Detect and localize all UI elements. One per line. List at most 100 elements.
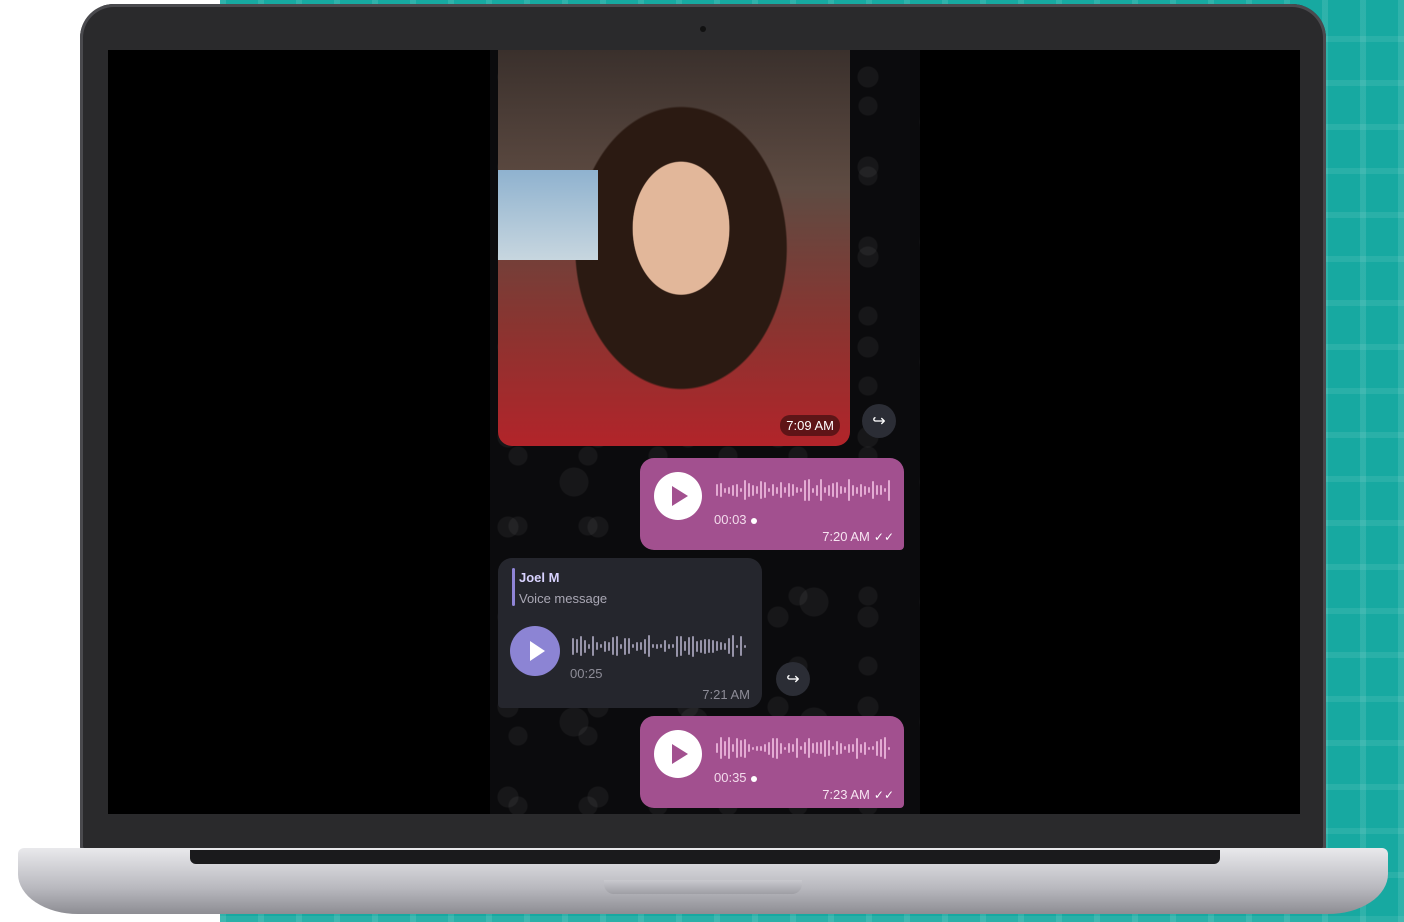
waveform-bar — [804, 479, 806, 501]
waveform-bar — [656, 643, 658, 649]
waveform-bar — [604, 640, 606, 652]
waveform-bar — [880, 739, 882, 757]
waveform-bar — [752, 484, 754, 496]
keyboard-hinge — [190, 850, 1220, 864]
waveform-bar — [872, 481, 874, 499]
waveform-bar — [628, 638, 630, 654]
laptop-screen: 7:09 AM ↪ 00:03 7:20 AM ✓✓ Joel M Voice m… — [108, 50, 1300, 814]
waveform-bar — [764, 744, 766, 752]
waveform-bar — [776, 486, 778, 494]
waveform-bar — [864, 741, 866, 755]
waveform-bar — [696, 640, 698, 652]
waveform[interactable] — [716, 736, 890, 760]
forward-icon: ↪ — [786, 671, 800, 688]
voice-message-out-1: 00:03 7:20 AM ✓✓ — [640, 458, 904, 550]
voice-duration: 00:25 — [570, 666, 603, 681]
play-button[interactable] — [654, 472, 702, 520]
waveform-bar — [884, 488, 886, 492]
waveform-bar — [848, 479, 850, 501]
waveform-bar — [784, 487, 786, 493]
waveform-bar — [852, 744, 854, 752]
waveform-bar — [864, 485, 866, 495]
opening-notch — [604, 880, 802, 894]
waveform-bar — [832, 746, 834, 750]
waveform-bar — [848, 743, 850, 753]
waveform-bar — [756, 745, 758, 751]
waveform-bar — [720, 642, 722, 650]
waveform-bar — [792, 744, 794, 752]
waveform-bar — [868, 487, 870, 493]
play-button[interactable] — [654, 730, 702, 778]
waveform-bar — [752, 746, 754, 750]
waveform-bar — [740, 636, 742, 656]
forward-icon: ↪ — [872, 413, 886, 430]
waveform-bar — [852, 484, 854, 496]
voice-duration: 00:35 — [714, 770, 757, 785]
waveform-bar — [788, 483, 790, 497]
waveform-bar — [576, 639, 578, 653]
voice-duration: 00:03 — [714, 512, 757, 527]
waveform-bar — [748, 744, 750, 752]
waveform-bar — [608, 641, 610, 651]
waveform-bar — [732, 484, 734, 496]
waveform-bar — [600, 644, 602, 648]
waveform[interactable] — [716, 478, 890, 502]
waveform-bar — [592, 636, 594, 656]
waveform-bar — [884, 737, 886, 759]
waveform-bar — [740, 488, 742, 492]
reply-sender-name[interactable]: Joel M — [519, 570, 559, 585]
waveform-bar — [684, 641, 686, 651]
waveform-bar — [840, 486, 842, 494]
waveform-bar — [612, 637, 614, 655]
waveform-bar — [632, 644, 634, 648]
waveform-bar — [856, 737, 858, 759]
waveform-bar — [836, 741, 838, 755]
waveform-bar — [704, 638, 706, 654]
double-check-icon: ✓✓ — [873, 788, 894, 802]
photo-message[interactable]: 7:09 AM — [498, 50, 850, 446]
time-text: 7:23 AM — [822, 787, 870, 802]
waveform-bar — [768, 741, 770, 755]
photo-timestamp: 7:09 AM — [780, 415, 840, 436]
waveform-bar — [596, 642, 598, 650]
waveform-bar — [880, 485, 882, 495]
waveform-bar — [872, 746, 874, 750]
unplayed-dot — [750, 517, 757, 524]
waveform-bar — [724, 740, 726, 756]
forward-button-voice[interactable]: ↪ — [776, 662, 810, 696]
waveform-bar — [692, 635, 694, 657]
waveform-bar — [744, 644, 746, 648]
waveform-bar — [820, 742, 822, 754]
waveform-bar — [720, 737, 722, 759]
waveform-bar — [716, 641, 718, 651]
waveform-bar — [836, 482, 838, 498]
waveform-bar — [808, 479, 810, 501]
waveform-bar — [796, 487, 798, 493]
waveform[interactable] — [572, 634, 746, 658]
waveform-bar — [812, 743, 814, 753]
waveform-bar — [748, 483, 750, 497]
waveform-bar — [824, 487, 826, 493]
reply-preview-text[interactable]: Voice message — [519, 591, 607, 606]
camera-icon — [700, 26, 706, 32]
play-icon — [672, 486, 688, 506]
double-check-icon: ✓✓ — [873, 530, 894, 544]
waveform-bar — [588, 643, 590, 649]
waveform-bar — [868, 746, 870, 750]
waveform-bar — [828, 484, 830, 496]
waveform-bar — [712, 639, 714, 653]
reply-bar — [512, 568, 515, 606]
waveform-bar — [616, 636, 618, 656]
forward-button-photo[interactable]: ↪ — [862, 404, 896, 438]
waveform-bar — [828, 740, 830, 756]
waveform-bar — [768, 488, 770, 492]
waveform-bar — [772, 738, 774, 758]
waveform-bar — [876, 485, 878, 495]
waveform-bar — [716, 484, 718, 496]
waveform-bar — [844, 487, 846, 493]
play-button[interactable] — [510, 626, 560, 676]
waveform-bar — [776, 737, 778, 759]
waveform-bar — [720, 483, 722, 497]
waveform-bar — [788, 743, 790, 753]
waveform-bar — [728, 737, 730, 759]
